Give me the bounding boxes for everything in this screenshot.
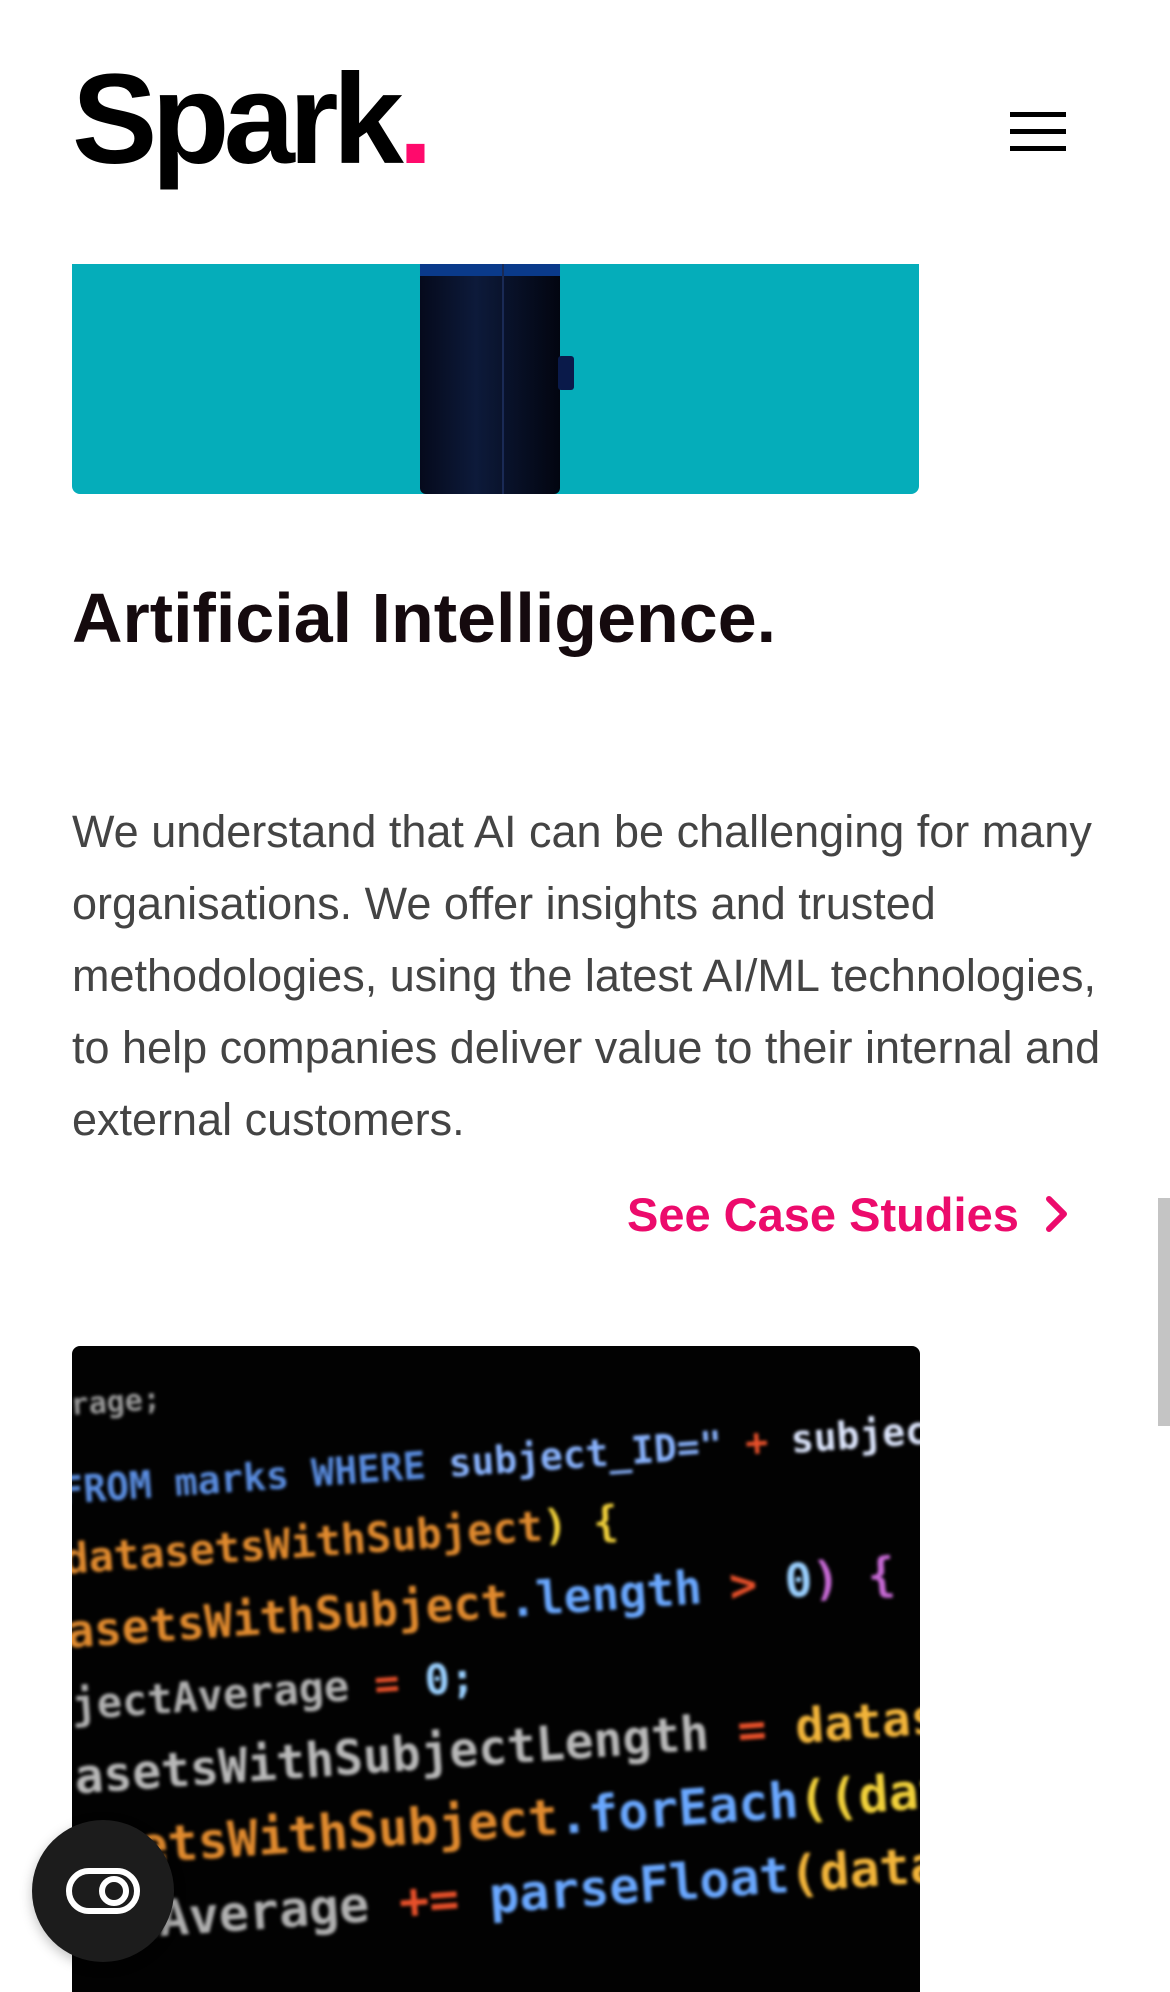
code-token: ) { — [810, 1547, 897, 1607]
see-case-studies-link[interactable]: See Case Studies — [627, 1184, 1069, 1244]
code-screenshot-image: erage; FROM marks WHERE subject_ID=" + su… — [72, 1346, 920, 1992]
spark-logo[interactable]: Spark. — [72, 56, 433, 184]
code-token: .forEach — [556, 1771, 800, 1846]
code-token: parseFloat — [487, 1846, 791, 1925]
code-token: subjec — [789, 1408, 920, 1461]
code-token: asetsWithSubject — [72, 1574, 510, 1659]
chevron-right-icon — [1045, 1195, 1069, 1233]
code-line: datasetsWithSubject) { — [72, 1496, 620, 1584]
code-token: FROM marks WHERE — [72, 1442, 450, 1513]
code-token: 0 — [783, 1553, 814, 1609]
page: Spark. Artificial Intelligence. We under… — [0, 0, 1170, 1992]
accessibility-toggle-icon — [66, 1868, 140, 1914]
code-token: 0; — [423, 1653, 477, 1705]
code-token: jectAverage — [72, 1660, 376, 1730]
section-description: We understand that AI can be challenging… — [72, 806, 1101, 1145]
logo-text: Spark — [72, 48, 404, 191]
code-line: jectAverage = 0; — [72, 1653, 477, 1730]
code-token: subject_ID=" — [447, 1423, 724, 1486]
code-token: ) { — [541, 1496, 620, 1550]
code-token: = — [372, 1656, 426, 1708]
code-token: .length — [507, 1559, 732, 1628]
see-case-studies-label: See Case Studies — [627, 1187, 1019, 1241]
code-token: += — [397, 1867, 491, 1931]
accessibility-toggle-button[interactable] — [32, 1820, 174, 1962]
code-token: ((dataset) — [796, 1748, 920, 1829]
section-title: Artificial Intelligence. — [72, 579, 777, 657]
ai-hero-image — [72, 264, 919, 494]
code-line: erage; — [72, 1382, 162, 1424]
code-token: erage; — [72, 1382, 162, 1424]
site-header: Spark. — [0, 0, 1170, 264]
code-token: + — [721, 1418, 793, 1467]
logo-dot: . — [397, 48, 433, 191]
code-token: = — [736, 1699, 798, 1759]
code-token: > — [728, 1555, 787, 1613]
hamburger-menu-icon[interactable] — [1010, 110, 1066, 154]
code-line: FROM marks WHERE subject_ID=" + subjec — [72, 1408, 920, 1513]
code-token: datasetsWithSubject — [72, 1501, 544, 1583]
scrollbar-thumb[interactable] — [1158, 1198, 1170, 1426]
code-token: (dataset — [787, 1829, 920, 1904]
code-token: datasetsWith — [793, 1675, 920, 1755]
